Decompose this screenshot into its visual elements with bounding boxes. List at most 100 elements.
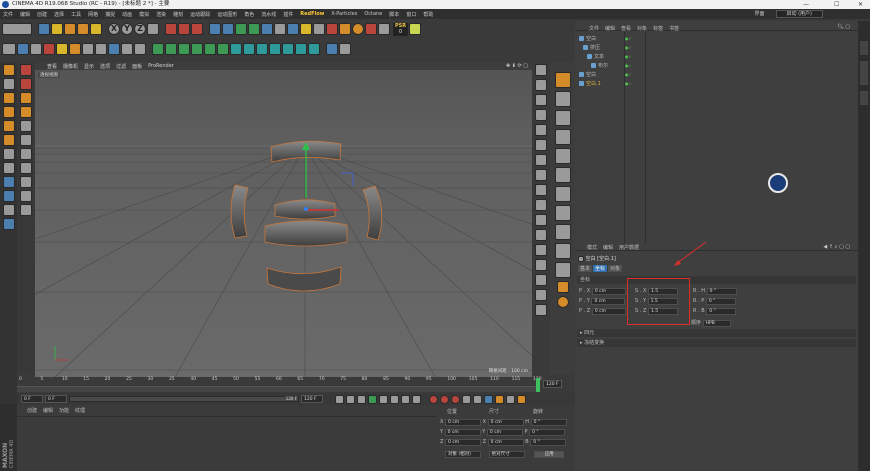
menu-snap[interactable]: 捕捉 [105,11,115,18]
menu-file[interactable]: 文件 [3,11,13,18]
om-menu-view[interactable]: 查看 [621,25,631,32]
menu-tools[interactable]: 工具 [71,11,81,18]
menu-character[interactable]: 角色 [244,11,254,18]
menu-xparticles[interactable]: X-Particles [331,11,357,17]
snap-icon[interactable] [108,43,120,55]
plugin-1-icon[interactable] [313,23,325,35]
am-tab-basic[interactable]: 基本 [578,265,593,272]
material-menu-create[interactable]: 创建 [27,407,37,414]
object-mode-icon[interactable] [2,78,15,90]
menu-help[interactable]: 帮助 [423,11,433,18]
viewport-nav-icons[interactable]: ✥ ⬇ ⟳ ▢ [506,63,528,69]
side-tool-9-icon[interactable] [535,184,547,196]
viewport-menu-cameras[interactable]: 摄像机 [63,63,78,70]
am-rh-field[interactable]: 0 ° [706,288,737,295]
key-move-icon[interactable] [462,394,471,404]
right-tab-structure[interactable] [860,91,868,105]
bevel-icon[interactable] [19,120,32,132]
plugin-side-1-icon[interactable] [554,72,571,88]
object-visibility-toggle[interactable]: ●✓ [625,45,632,50]
rotate-icon[interactable] [77,23,89,35]
point-mode-icon[interactable] [43,43,55,55]
menu-edit[interactable]: 编辑 [20,11,30,18]
side-tool-2-icon[interactable] [535,79,547,91]
coords-x-rot[interactable]: 0 ° [530,419,567,426]
om-menu-bookmarks[interactable]: 书签 [669,25,679,32]
plugin-side-3-icon[interactable] [554,110,571,126]
array-icon[interactable] [248,23,260,35]
side-tool-12-icon[interactable] [535,229,547,241]
tweak-icon[interactable] [2,162,15,174]
menu-mograph[interactable]: 运动图形 [217,11,237,18]
brush-icon[interactable] [19,176,32,188]
redflow-tool-9-icon[interactable] [256,43,268,55]
psr-widget[interactable]: PSR 0 [393,22,409,36]
timeline-menu-icon[interactable] [517,394,526,404]
timeline-ruler[interactable]: 0 5 10 15 20 25 30 35 40 45 50 55 60 65 70 75 80 85 90 95 10… [17,377,575,385]
object-visibility-toggle[interactable]: ●✓ [625,72,632,77]
redflow-tool-13-icon[interactable] [308,43,320,55]
viewport-menu-panel[interactable]: 面板 [132,63,142,70]
auto-key-icon[interactable] [440,394,449,404]
axis-x-button[interactable]: X [108,23,120,35]
key-selection-icon[interactable] [451,394,460,404]
plugin-side-4-icon[interactable] [554,129,571,145]
menu-sculpt[interactable]: 雕刻 [173,11,183,18]
menu-plugins[interactable]: 插件 [283,11,293,18]
menu-animate[interactable]: 动画 [122,11,132,18]
plugin-download-icon[interactable] [365,23,377,35]
menu-script[interactable]: 脚本 [389,11,399,18]
am-menu-mode[interactable]: 模式 [587,244,597,251]
edge-mode-icon[interactable] [56,43,68,55]
side-tool-6-icon[interactable] [535,139,547,151]
am-py-field[interactable]: 0 cm [591,298,626,305]
go-to-start-icon[interactable] [335,394,344,404]
play-icon[interactable] [368,394,377,404]
grid-toggle-icon[interactable] [2,204,15,216]
plugin-2-icon[interactable] [326,23,338,35]
redflow-tool-11-icon[interactable] [282,43,294,55]
minimize-button[interactable]: — [803,0,809,9]
material-menu-texture[interactable]: 纹理 [75,407,85,414]
side-tool-4-icon[interactable] [535,109,547,121]
am-px-field[interactable]: 0 cm [591,288,626,295]
maximize-button[interactable]: ☐ [834,0,839,9]
snap-toggle-icon[interactable] [2,176,15,188]
undo-icon[interactable] [2,23,32,35]
coords-x-pos[interactable]: 0 cm [445,419,482,426]
am-rb-field[interactable]: 0 ° [706,308,737,315]
next-frame-icon[interactable] [379,394,388,404]
am-tab-coord[interactable]: 坐标 [593,265,608,272]
plugin-side-5-icon[interactable] [554,148,571,164]
coords-apply-button[interactable]: 应用 [534,451,565,458]
coords-z-pos[interactable]: 0 cm [445,439,482,446]
plugin-5-icon[interactable] [378,23,390,35]
lock-workplane-icon[interactable] [134,43,146,55]
plugin-b-icon[interactable] [409,23,422,35]
menu-render[interactable]: 渲染 [156,11,166,18]
side-tool-11-icon[interactable] [535,214,547,226]
object-list-item[interactable]: 布尔 ●✓ [591,62,632,69]
scale-icon[interactable] [64,23,76,35]
prev-key-icon[interactable] [346,394,355,404]
side-tool-10-icon[interactable] [535,199,547,211]
knife-icon[interactable] [19,92,32,104]
redflow-fx-icon[interactable] [339,43,351,55]
redflow-tool-4-icon[interactable] [191,43,203,55]
object-visibility-toggle[interactable]: ●✓ [625,54,632,59]
render-picture-viewer-icon[interactable] [178,23,190,35]
redflow-tool-7-icon[interactable] [230,43,242,55]
om-menu-object[interactable]: 对象 [637,25,647,32]
camera-icon[interactable] [287,23,299,35]
move-icon[interactable] [51,23,63,35]
plugin-side-11-icon[interactable] [554,262,571,278]
redflow-tool-10-icon[interactable] [269,43,281,55]
viewport-menu-options[interactable]: 选项 [100,63,110,70]
object-list-item[interactable]: 空白 ●✓ [579,71,632,78]
material-menu-function[interactable]: 功能 [59,407,69,414]
key-rotate-icon[interactable] [484,394,493,404]
uv-mode-icon[interactable] [82,43,94,55]
model-mode-icon[interactable] [2,43,16,55]
axis-mode-icon[interactable] [95,43,107,55]
viewport-menu-view[interactable]: 查看 [47,63,57,70]
